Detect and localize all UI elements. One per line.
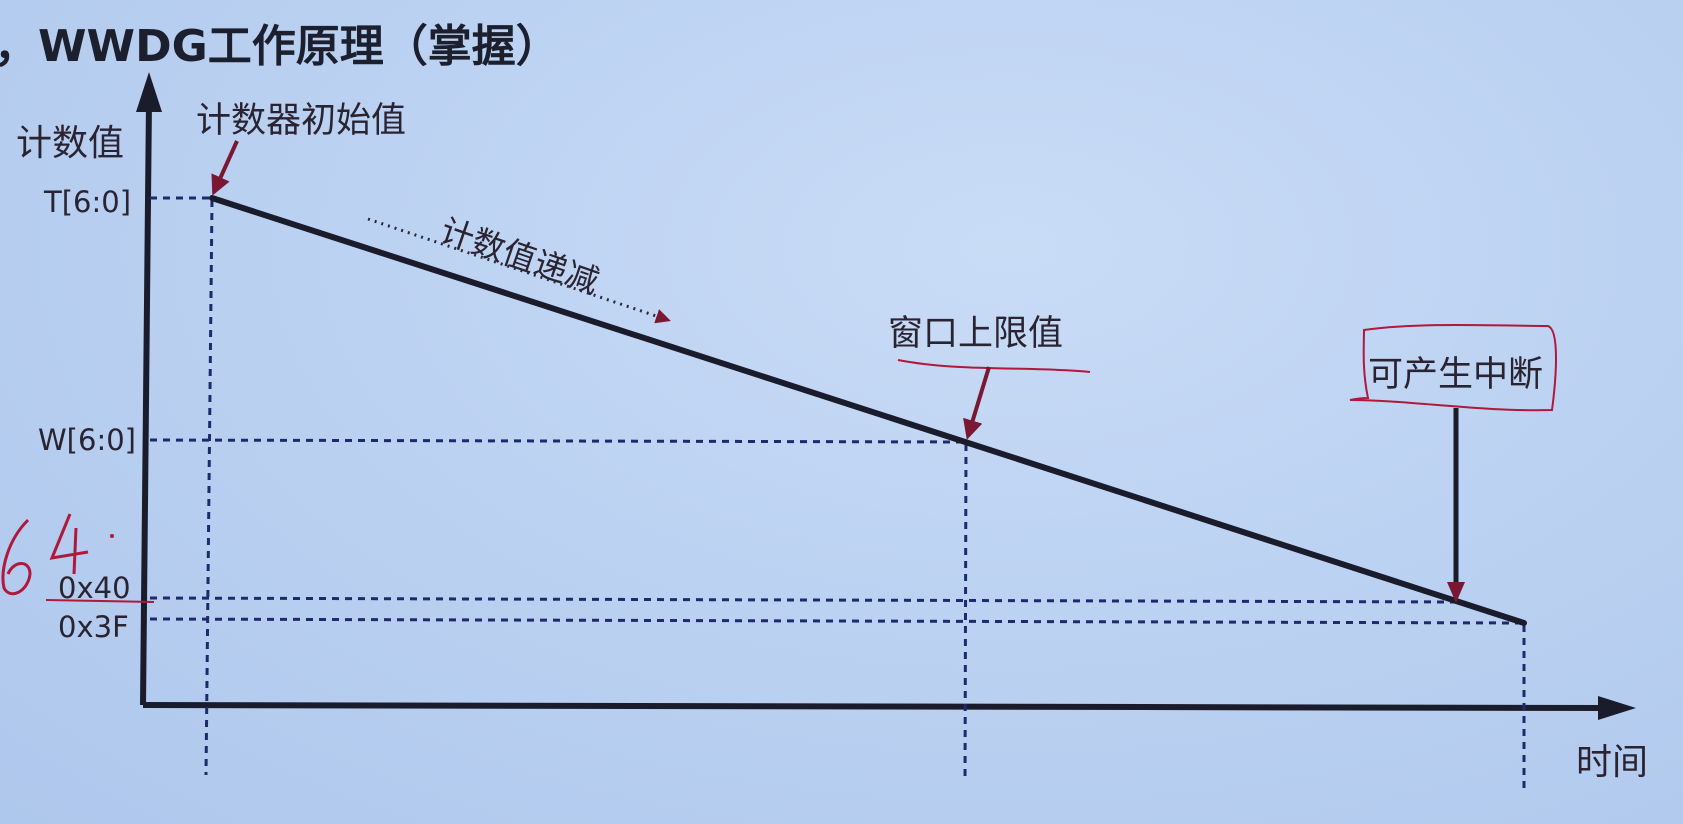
interrupt-annotation: 可产生中断	[1368, 355, 1543, 395]
start-vertical-guide	[204, 199, 214, 776]
slide: ，WWDG工作原理（掌握） 计数值 T[6:0] W[6:0] 0x40 0x3…	[0, 0, 1683, 824]
w-guide-line	[149, 438, 966, 444]
hex3f-guide-line	[149, 617, 1524, 625]
window-upper-underline	[897, 359, 1091, 373]
wwdg-diagram: 计数值 T[6:0] W[6:0] 0x40 0x3F 时间 计数器初始值 计数…	[1, 72, 1648, 790]
initial-value-arrow	[211, 140, 239, 196]
t-tick-label: T[6:0]	[43, 185, 131, 219]
y-axis-arrowhead	[136, 72, 162, 112]
window-upper-annotation: 窗口上限值	[888, 314, 1063, 354]
y-axis-label: 计数值	[16, 123, 124, 164]
x-axis	[142, 702, 1606, 711]
y-axis	[140, 99, 152, 706]
handwritten-64-note: 64	[1, 513, 155, 603]
w-tick-label: W[6:0]	[38, 423, 136, 457]
x-axis-arrowhead	[1598, 696, 1636, 720]
initial-value-annotation: 计数器初始值	[196, 101, 406, 141]
hex3f-tick-label: 0x3F	[58, 610, 129, 644]
decrement-annotation: 计数值递减	[435, 211, 604, 302]
window-upper-arrow	[963, 366, 991, 440]
hex40-guide-line	[149, 596, 1456, 604]
window-vertical-guide	[963, 443, 968, 783]
counter-decrement-line	[209, 195, 1527, 626]
x-axis-label: 时间	[1576, 742, 1648, 783]
